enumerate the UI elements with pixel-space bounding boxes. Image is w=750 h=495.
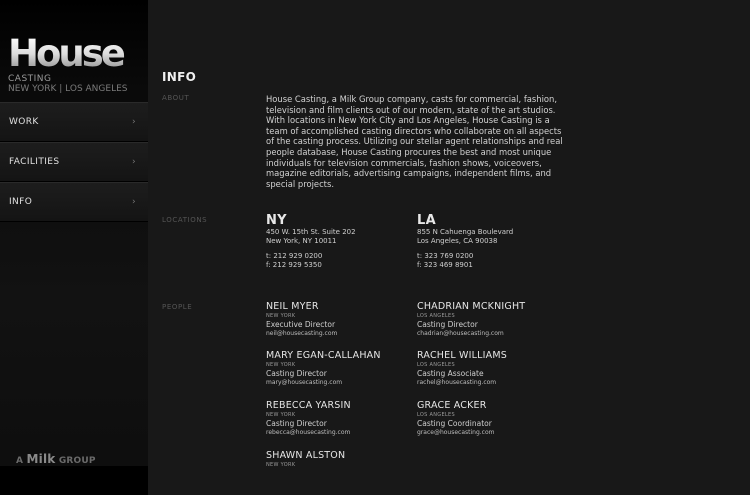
section-label-people: PEOPLE (162, 303, 193, 311)
logo-tagline: CASTING (8, 74, 52, 84)
sidebar-bottom-strip (0, 466, 148, 495)
person-name: NEIL MYER (266, 301, 319, 312)
location-la: LA 855 N Cahuenga Boulevard Los Angeles,… (417, 214, 567, 270)
sidebar: House CASTING NEW YORK | LOS ANGELES WOR… (0, 0, 148, 495)
chevron-right-icon: › (132, 197, 136, 207)
person-city: NEW YORK (266, 412, 296, 418)
person-city: LOS ANGELES (417, 362, 455, 368)
person-card: MARY EGAN-CALLAHAN NEW YORK Casting Dire… (266, 350, 416, 387)
person-city: LOS ANGELES (417, 412, 455, 418)
milk-prefix: A (16, 456, 24, 466)
logo-cities: NEW YORK | LOS ANGELES (8, 84, 128, 94)
nav-item-work[interactable]: WORK › (0, 102, 148, 142)
main-nav: WORK › FACILITIES › INFO › (0, 102, 148, 222)
person-city: NEW YORK (266, 362, 296, 368)
location-address: 450 W. 15th St. Suite 202 (266, 228, 356, 236)
person-city: LOS ANGELES (417, 313, 455, 319)
location-ny: NY 450 W. 15th St. Suite 202 New York, N… (266, 214, 416, 270)
person-card: REBECCA YARSIN NEW YORK Casting Director… (266, 400, 416, 437)
location-city: NY (266, 213, 287, 228)
nav-item-label: FACILITIES (9, 157, 60, 167)
person-card: NEIL MYER NEW YORK Executive Director ne… (266, 301, 416, 338)
person-card: GRACE ACKER LOS ANGELES Casting Coordina… (417, 400, 567, 437)
person-name: GRACE ACKER (417, 400, 487, 411)
person-title: Executive Director (266, 320, 336, 329)
person-title: Casting Director (417, 320, 478, 329)
person-email-link[interactable]: rachel@housecasting.com (417, 379, 567, 387)
section-label-locations: LOCATIONS (162, 216, 208, 224)
person-name: REBECCA YARSIN (266, 400, 351, 411)
location-phone: t: 212 929 0200 (266, 252, 323, 260)
person-card: CHADRIAN MCKNIGHT LOS ANGELES Casting Di… (417, 301, 567, 338)
location-phone: t: 323 769 0200 (417, 252, 474, 260)
person-title: Casting Coordinator (417, 419, 492, 428)
person-name: CHADRIAN MCKNIGHT (417, 301, 526, 312)
nav-item-label: WORK (9, 117, 39, 127)
main-content: INFO ABOUT House Casting, a Milk Group c… (162, 0, 750, 495)
location-fax: f: 212 929 5350 (266, 261, 322, 269)
person-card: SHAWN ALSTON NEW YORK (266, 450, 416, 469)
section-label-about: ABOUT (162, 94, 190, 102)
location-address: Los Angeles, CA 90038 (417, 237, 498, 245)
house-casting-logo[interactable]: House CASTING NEW YORK | LOS ANGELES (8, 35, 138, 94)
location-fax: f: 323 469 8901 (417, 261, 473, 269)
person-title: Casting Associate (417, 369, 484, 378)
nav-item-info[interactable]: INFO › (0, 182, 148, 222)
person-email-link[interactable]: neil@housecasting.com (266, 330, 416, 338)
about-text: House Casting, a Milk Group company, cas… (266, 94, 563, 189)
person-city: NEW YORK (266, 313, 296, 319)
chevron-right-icon: › (132, 117, 136, 127)
location-address: 855 N Cahuenga Boulevard (417, 228, 514, 236)
chevron-right-icon: › (132, 157, 136, 167)
person-email-link[interactable]: rebecca@housecasting.com (266, 429, 416, 437)
person-email-link[interactable]: mary@housecasting.com (266, 379, 416, 387)
location-address: New York, NY 10011 (266, 237, 337, 245)
person-title: Casting Director (266, 419, 327, 428)
person-name: RACHEL WILLIAMS (417, 350, 507, 361)
person-title: Casting Director (266, 369, 327, 378)
location-city: LA (417, 213, 436, 228)
person-card: RACHEL WILLIAMS LOS ANGELES Casting Asso… (417, 350, 567, 387)
page-title: INFO (162, 70, 197, 84)
nav-item-facilities[interactable]: FACILITIES › (0, 142, 148, 182)
person-name: SHAWN ALSTON (266, 450, 346, 461)
person-email-link[interactable]: grace@housecasting.com (417, 429, 567, 437)
person-city: NEW YORK (266, 462, 296, 468)
logo-wordmark: House (8, 35, 138, 72)
milk-brand: Milk (26, 452, 56, 466)
person-email-link[interactable]: chadrian@housecasting.com (417, 330, 567, 338)
nav-item-label: INFO (9, 197, 33, 207)
person-name: MARY EGAN-CALLAHAN (266, 350, 381, 361)
